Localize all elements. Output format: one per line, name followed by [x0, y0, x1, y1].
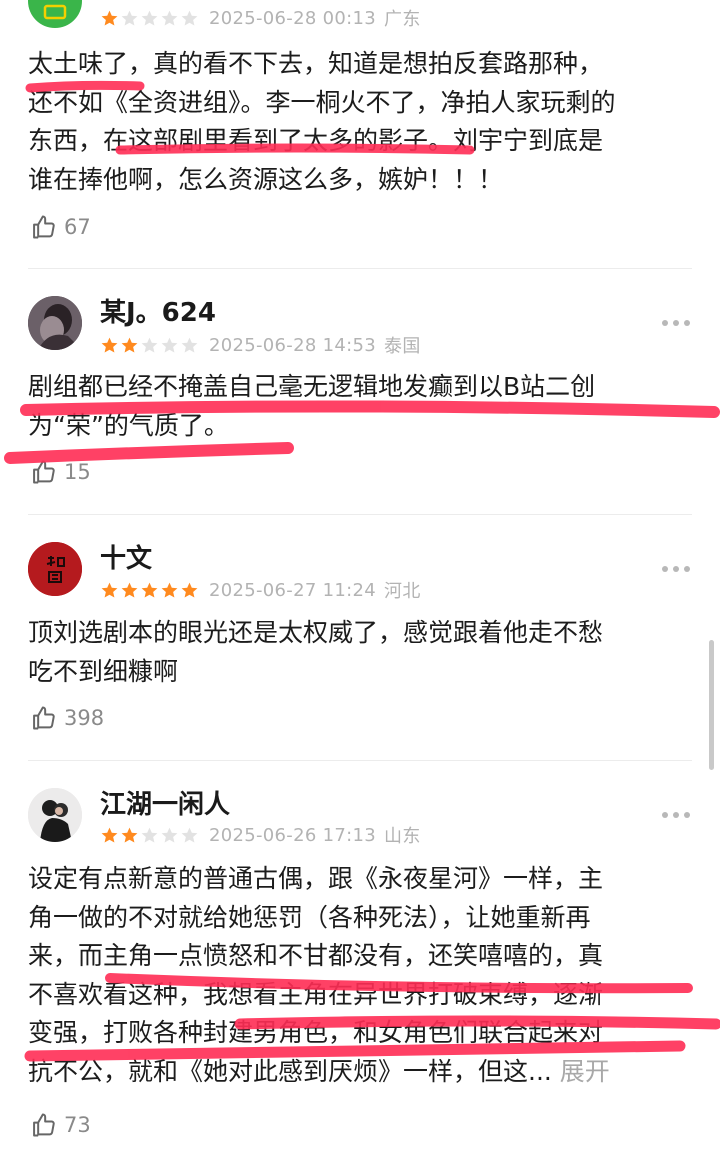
like-button[interactable]: 73 — [30, 1110, 91, 1140]
star-icon — [181, 10, 198, 26]
more-dots-icon[interactable] — [662, 564, 690, 574]
thumbs-up-icon — [33, 706, 55, 730]
review-text-line: 还不如《全资进组》。李一桐火不了，净拍人家玩剩的 — [28, 87, 616, 117]
star-icon — [121, 337, 138, 353]
star-icon — [121, 582, 138, 598]
divider — [28, 514, 692, 515]
review-meta: 2025-06-27 11:24 河北 — [100, 578, 421, 602]
star-icon — [181, 582, 198, 598]
rating-stars — [100, 336, 199, 355]
avatar-image — [28, 296, 82, 350]
star-icon — [141, 337, 158, 353]
review-text-line-last: 抗不公，就和《她对此感到厌烦》一样，但这... 展开 — [28, 1053, 698, 1092]
more-dots-icon[interactable] — [662, 810, 690, 820]
star-icon — [121, 827, 138, 843]
expand-link[interactable]: 展开 — [560, 1057, 610, 1086]
review-text: 设定有点新意的普通古偶，跟《永夜星河》一样，主 角一做的不对就给她惩罚（各种死法… — [28, 860, 698, 1091]
reviewer-name[interactable]: 某J。624 — [100, 298, 216, 328]
review-text-line: 剧组都已经不掩盖自己毫无逻辑地发癫到以B站二创 — [28, 372, 596, 401]
review-text-line: 太土味了，真的看不下去，知道是想拍反套路那种， — [28, 49, 604, 78]
star-icon — [161, 337, 178, 353]
scrollbar[interactable] — [709, 640, 714, 770]
star-icon — [181, 827, 198, 843]
avatar[interactable] — [28, 296, 82, 350]
review-meta: 2025-06-28 00:13 广东 — [100, 6, 421, 30]
like-button[interactable]: 398 — [30, 703, 104, 733]
review-text-line: 东西，在这部剧里看到了太多的影子。刘宇宁到底是 — [28, 126, 604, 155]
like-button[interactable]: 15 — [30, 457, 91, 487]
review-meta: 2025-06-28 14:53 泰国 — [100, 333, 421, 357]
avatar-image — [28, 542, 82, 596]
review-text-line: 为“荣”的气质了。 — [28, 410, 229, 440]
star-icon — [141, 582, 158, 598]
avatar-image — [43, 4, 67, 20]
review-text: 剧组都已经不掩盖自己毫无逻辑地发癫到以B站二创 为“荣”的气质了。 — [28, 368, 698, 445]
review-date: 2025-06-27 11:24 — [209, 579, 377, 601]
review-meta: 2025-06-26 17:13 山东 — [100, 823, 421, 847]
thumbs-up-icon — [33, 1113, 55, 1137]
review-text-line: 角一做的不对就给她惩罚（各种死法），让她重新再 — [28, 902, 591, 932]
review-text-line: 抗不公，就和《她对此感到厌烦》一样，但这... — [28, 1056, 552, 1086]
star-icon — [101, 337, 118, 353]
rating-stars — [100, 581, 199, 600]
rating-stars — [100, 9, 199, 28]
review-text-line: 谁在捧他啊，怎么资源这么多，嫉妒！！！ — [28, 164, 504, 194]
star-icon — [161, 582, 178, 598]
star-icon — [161, 10, 178, 26]
like-count: 73 — [64, 1113, 91, 1137]
reviewer-name[interactable]: 江湖一闲人 — [100, 790, 230, 820]
star-icon — [181, 337, 198, 353]
rating-stars — [100, 826, 199, 845]
divider — [28, 268, 692, 269]
avatar[interactable] — [28, 0, 82, 28]
review-location: 泰国 — [384, 336, 421, 357]
like-button[interactable]: 67 — [30, 212, 91, 242]
avatar[interactable] — [28, 542, 82, 596]
review-date: 2025-06-28 14:53 — [209, 334, 377, 356]
star-icon — [101, 582, 118, 598]
review-date: 2025-06-28 00:13 — [209, 7, 377, 29]
review-text: 太土味了，真的看不下去，知道是想拍反套路那种， 还不如《全资进组》。李一桐火不了… — [28, 45, 698, 199]
like-count: 67 — [64, 215, 91, 239]
review-text-line: 来，而主角一点愤怒和不甘都没有，还笑嘻嘻的，真 — [28, 941, 604, 970]
review-text-line: 变强，打败各种封建男角色，和女角色们联合起来对 — [28, 1018, 604, 1047]
review-location: 河北 — [384, 581, 421, 602]
review-location: 广东 — [384, 9, 421, 30]
divider — [28, 760, 692, 761]
like-count: 15 — [64, 460, 91, 484]
star-icon — [121, 10, 138, 26]
review-date: 2025-06-26 17:13 — [209, 824, 377, 846]
star-icon — [141, 10, 158, 26]
review-text-line: 不喜欢看这种，我想看主角在异世界打破束缚，逐渐 — [28, 979, 604, 1009]
review-location: 山东 — [384, 826, 421, 847]
review-text-line: 设定有点新意的普通古偶，跟《永夜星河》一样，主 — [28, 864, 604, 893]
avatar[interactable] — [28, 788, 82, 842]
review-text-line: 吃不到细糠啊 — [28, 656, 179, 686]
thumbs-up-icon — [33, 215, 55, 239]
reviewer-name[interactable]: 十文 — [100, 544, 152, 574]
avatar-image — [28, 788, 82, 842]
star-icon — [161, 827, 178, 843]
review-text-line: 顶刘选剧本的眼光还是太权威了，感觉跟着他走不愁 — [28, 618, 604, 647]
star-icon — [101, 10, 118, 26]
more-dots-icon[interactable] — [662, 318, 690, 328]
thumbs-up-icon — [33, 460, 55, 484]
star-icon — [101, 827, 118, 843]
like-count: 398 — [64, 706, 105, 730]
review-text: 顶刘选剧本的眼光还是太权威了，感觉跟着他走不愁 吃不到细糠啊 — [28, 614, 698, 691]
star-icon — [141, 827, 158, 843]
